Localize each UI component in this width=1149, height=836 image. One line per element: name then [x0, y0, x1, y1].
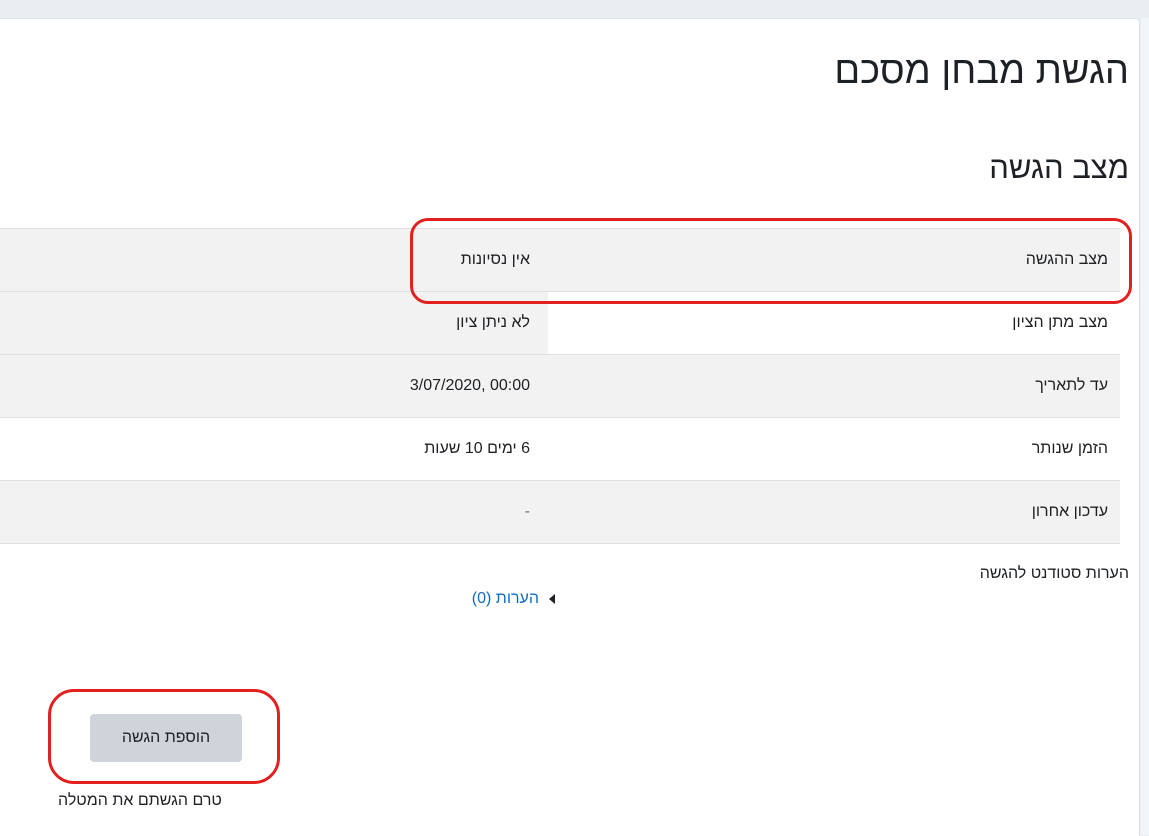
submission-status-table: מצב ההגשה אין נסיונות מצב מתן הציון לא נ…: [0, 228, 1120, 544]
table-row: עדכון אחרון -: [0, 480, 1120, 544]
due-date-text: 3/07/2020, 00:00: [409, 377, 530, 394]
add-submission-button[interactable]: הוספת הגשה: [90, 714, 242, 762]
submission-comments-label: הערות סטודנט להגשה: [979, 565, 1129, 582]
last-modified-label: עדכון אחרון: [548, 480, 1120, 544]
page-title: הגשת מבחן מסכם: [834, 50, 1129, 92]
caret-left-icon: [549, 594, 555, 604]
due-date-label: עד לתאריך: [548, 354, 1120, 418]
due-date-value: 3/07/2020, 00:00: [0, 354, 548, 418]
grading-status-label: מצב מתן הציון: [548, 291, 1120, 355]
comments-toggle-text: הערות (0): [471, 590, 539, 607]
section-title: מצב הגשה: [989, 150, 1129, 185]
last-modified-value: -: [0, 480, 548, 544]
top-bar: [0, 0, 1149, 10]
submission-note: טרם הגשתם את המטלה: [58, 792, 222, 809]
table-row: מצב ההגשה אין נסיונות: [0, 228, 1120, 292]
grading-status-value: לא ניתן ציון: [0, 291, 548, 355]
submission-status-value: אין נסיונות: [0, 228, 548, 292]
time-remaining-label: הזמן שנותר: [548, 417, 1120, 481]
comments-toggle-link[interactable]: הערות (0): [472, 590, 555, 608]
submission-status-label: מצב ההגשה: [548, 228, 1120, 292]
table-row: מצב מתן הציון לא ניתן ציון: [0, 291, 1120, 355]
time-remaining-value: 6 ימים 10 שעות: [0, 417, 548, 481]
table-row: עד לתאריך 3/07/2020, 00:00: [0, 354, 1120, 418]
page-scroll-gutter: [1141, 18, 1149, 835]
table-row: הזמן שנותר 6 ימים 10 שעות: [0, 417, 1120, 481]
